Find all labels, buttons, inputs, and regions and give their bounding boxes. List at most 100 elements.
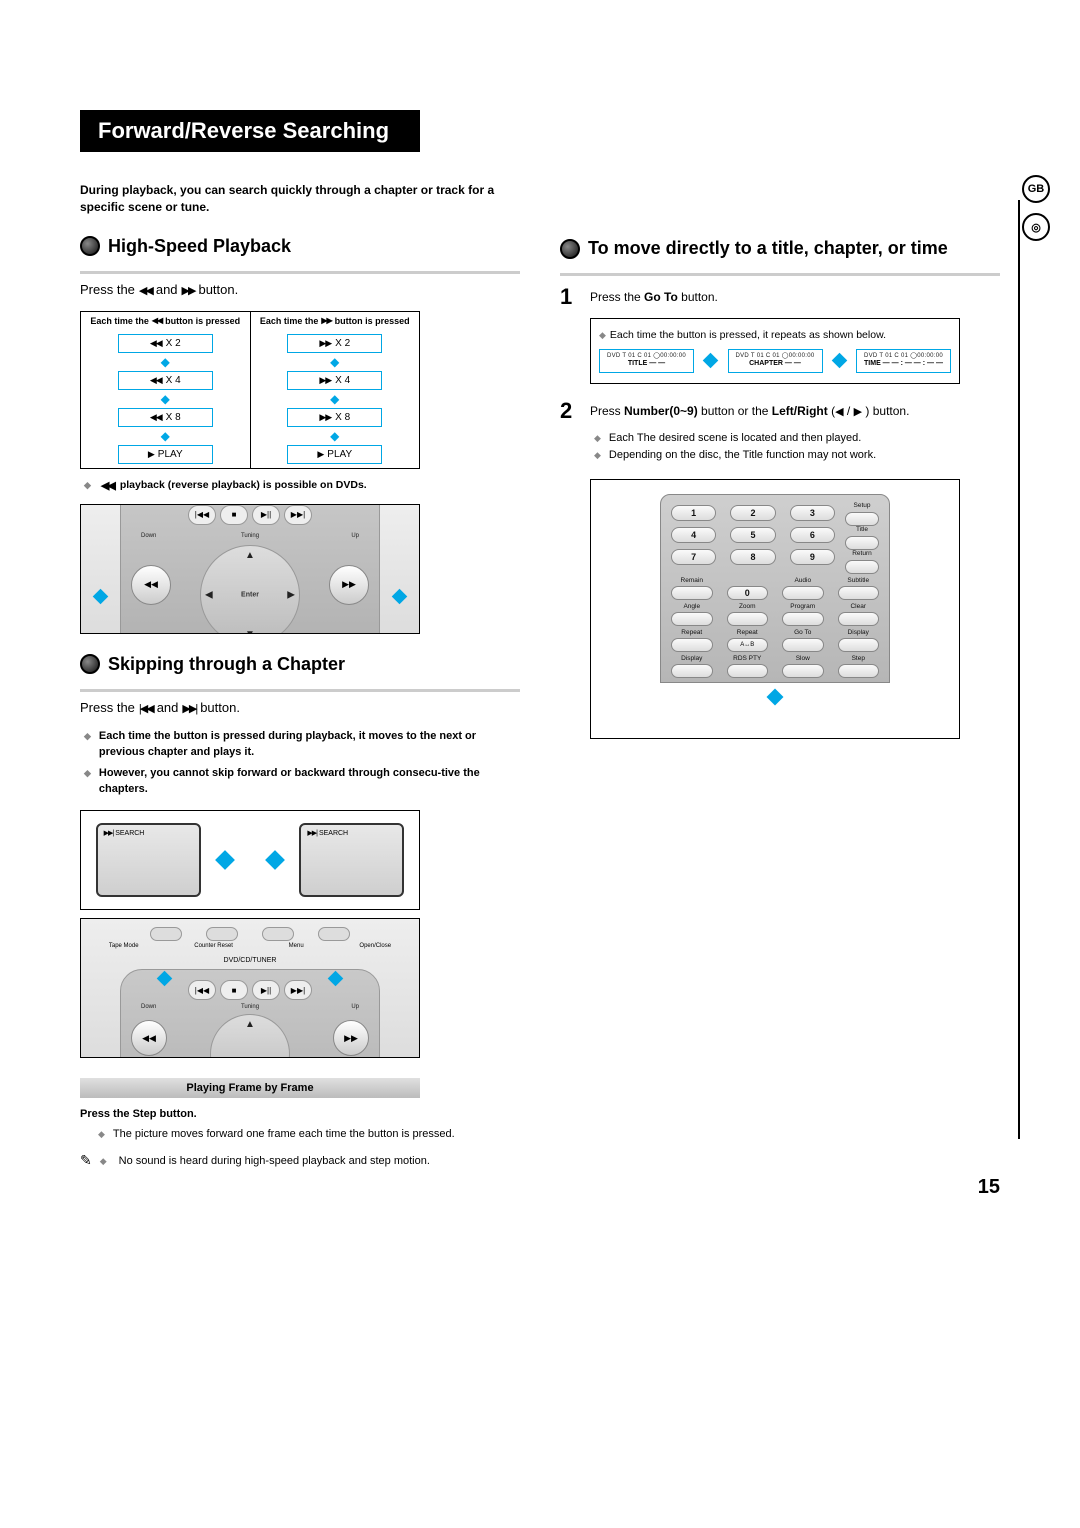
speed-rev-play: ▶PLAY: [118, 445, 213, 464]
clear-button[interactable]: [838, 612, 880, 626]
rewind-icon: [139, 282, 152, 297]
setup-button[interactable]: [845, 512, 879, 526]
divider: [80, 271, 520, 274]
skip-fwd-button[interactable]: ▶▶|: [284, 980, 312, 1000]
audio-button[interactable]: [782, 586, 824, 600]
play-pause-button[interactable]: ▶||: [252, 980, 280, 1000]
remain-button[interactable]: [671, 586, 713, 600]
return-button[interactable]: [845, 560, 879, 574]
state-time: DVD T 01 C 01 ◯00:00:00 TIME — — : — — :…: [856, 349, 951, 373]
num-9-button[interactable]: 9: [790, 549, 835, 565]
state-chapter: DVD T 01 C 01 ◯00:00:00 CHAPTER — —: [728, 349, 823, 373]
play-pause-button[interactable]: ▶||: [252, 505, 280, 525]
skip-notes: Each time the button is pressed during p…: [84, 729, 520, 799]
num-7-button[interactable]: 7: [671, 549, 716, 565]
angle-button[interactable]: [671, 612, 713, 626]
section-bullet-icon: [560, 239, 580, 259]
remote-illustration-skip: Tape Mode Counter Reset Menu Open/Close …: [80, 918, 420, 1058]
step-1-number: 1: [560, 284, 580, 310]
remote-illustration-highspeed: |◀◀ ■ ▶|| ▶▶| Down Tuning Up ◀◀ ▶▶ ▲▼◀▶ …: [80, 504, 420, 634]
num-2-button[interactable]: 2: [730, 505, 775, 521]
step-2-notes: Each The desired scene is located and th…: [594, 432, 1000, 461]
num-6-button[interactable]: 6: [790, 527, 835, 543]
repeat-ab-button[interactable]: A↔B: [727, 638, 769, 652]
divider: [80, 689, 520, 692]
speed-rev-x4: ◀◀X 4: [118, 371, 213, 390]
open-close-button[interactable]: [318, 927, 350, 941]
speed-fwd-x2: ▶▶X 2: [287, 334, 382, 353]
fastforward-icon: [182, 282, 195, 297]
page-number: 15: [978, 1176, 1000, 1199]
step-1-text: Press the Go To button.: [590, 284, 1000, 304]
stop-button[interactable]: ■: [220, 505, 248, 525]
pen-icon: ✎: [80, 1152, 92, 1169]
ffwd-button[interactable]: ▶▶: [329, 565, 369, 605]
highspeed-instruction: Press the and button.: [80, 282, 520, 297]
tape-mode-button[interactable]: [150, 927, 182, 941]
goto-heading: To move directly to a title, chapter, or…: [588, 238, 948, 259]
goto-button[interactable]: [782, 638, 824, 652]
rewind-button[interactable]: ◀◀: [131, 565, 171, 605]
rewind-icon: [101, 479, 114, 492]
title-button[interactable]: [845, 536, 879, 550]
zoom-button[interactable]: [727, 612, 769, 626]
right-icon: [854, 404, 862, 418]
num-3-button[interactable]: 3: [790, 505, 835, 521]
right-arrow-icon: [265, 850, 285, 870]
section-bullet-icon: [80, 654, 100, 674]
tv-screen-right: ▶▶|SEARCH: [299, 823, 404, 897]
highspeed-heading: High-Speed Playback: [108, 236, 291, 257]
num-1-button[interactable]: 1: [671, 505, 716, 521]
lang-badge: GB: [1022, 175, 1050, 203]
counter-reset-button[interactable]: [206, 927, 238, 941]
speed-fwd-x4: ▶▶X 4: [287, 371, 382, 390]
left-arrow-icon: [215, 850, 235, 870]
speed-rev-x8: ◀◀X 8: [118, 408, 213, 427]
disc-badge: ◎: [1022, 213, 1050, 241]
speed-fwd-x8: ▶▶X 8: [287, 408, 382, 427]
callout-rewind: [93, 588, 109, 604]
display-button[interactable]: [838, 638, 880, 652]
sound-note: ✎ No sound is heard during high-speed pl…: [80, 1152, 520, 1169]
cycle-arrow-icon: [703, 353, 719, 369]
divider: [560, 273, 1000, 276]
callout-ffwd: [392, 588, 408, 604]
display2-button[interactable]: [671, 664, 713, 678]
step-button[interactable]: [838, 664, 880, 678]
skip-heading: Skipping through a Chapter: [108, 654, 345, 675]
program-button[interactable]: [782, 612, 824, 626]
left-icon: [835, 404, 843, 418]
skip-back-button[interactable]: |◀◀: [188, 980, 216, 1000]
remote-illustration-goto: 1 2 3 4 5 6 7 8 9 Setup Title: [590, 479, 960, 739]
speed-table: Each time the◀◀button is pressed ◀◀X 2 ◆…: [80, 311, 420, 469]
skip-back-button[interactable]: |◀◀: [188, 505, 216, 525]
dpad[interactable]: ▲▼◀▶ Enter: [200, 545, 300, 634]
intro-text: During playback, you can search quickly …: [80, 182, 520, 216]
goto-states-box: Each time the button is pressed, it repe…: [590, 318, 960, 384]
search-screens: ▶▶|SEARCH ▶▶|SEARCH: [80, 810, 420, 910]
repeat-button[interactable]: [671, 638, 713, 652]
num-4-button[interactable]: 4: [671, 527, 716, 543]
skip-instruction: Press the and button.: [80, 700, 520, 715]
rewind-button[interactable]: ◀◀: [131, 1020, 167, 1056]
dvd-reverse-note: playback (reverse playback) is possible …: [84, 479, 520, 492]
menu-button[interactable]: [262, 927, 294, 941]
rds-pty-button[interactable]: [727, 664, 769, 678]
frame-bar: Playing Frame by Frame: [80, 1078, 420, 1098]
stop-button[interactable]: ■: [220, 980, 248, 1000]
num-0-button[interactable]: 0: [727, 586, 769, 600]
subtitle-button[interactable]: [838, 586, 880, 600]
num-5-button[interactable]: 5: [730, 527, 775, 543]
ffwd-button[interactable]: ▶▶: [333, 1020, 369, 1056]
tv-screen-left: ▶▶|SEARCH: [96, 823, 201, 897]
num-8-button[interactable]: 8: [730, 549, 775, 565]
step-2-number: 2: [560, 398, 580, 424]
skip-fwd-button[interactable]: ▶▶|: [284, 505, 312, 525]
cycle-arrow-icon: [831, 353, 847, 369]
slow-button[interactable]: [782, 664, 824, 678]
skip-back-icon: [139, 700, 153, 715]
skip-fwd-icon: [182, 700, 196, 715]
state-title: DVD T 01 C 01 ◯00:00:00 TITLE — —: [599, 349, 694, 373]
frame-note: The picture moves forward one frame each…: [98, 1128, 520, 1140]
right-margin-rule: [1018, 200, 1020, 1139]
